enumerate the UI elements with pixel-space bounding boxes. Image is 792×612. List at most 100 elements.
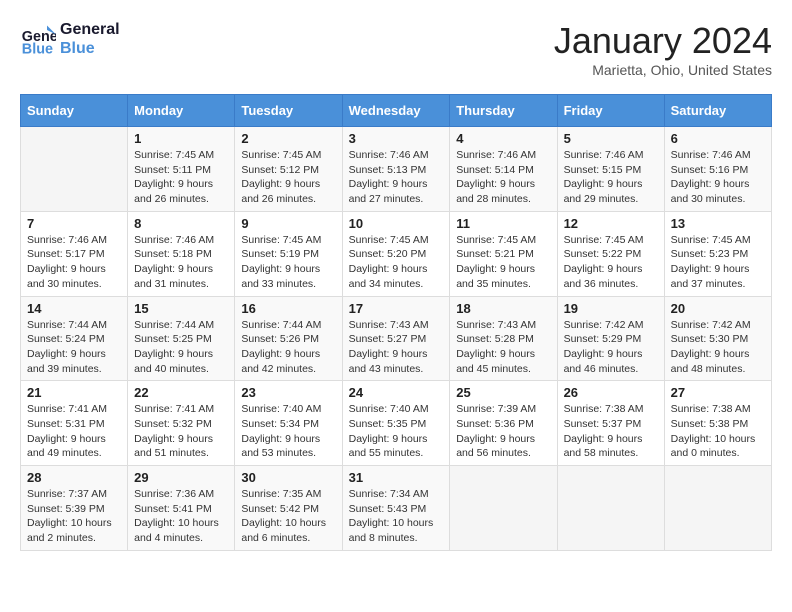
day-cell: 20 Sunrise: 7:42 AMSunset: 5:30 PMDayligh… [664, 296, 771, 381]
day-cell: 26 Sunrise: 7:38 AMSunset: 5:37 PMDayligh… [557, 381, 664, 466]
header-friday: Friday [557, 95, 664, 127]
day-info: Sunrise: 7:44 AMSunset: 5:25 PMDaylight:… [134, 318, 228, 377]
day-info: Sunrise: 7:40 AMSunset: 5:35 PMDaylight:… [349, 402, 444, 461]
day-cell: 16Sunrise: 7:44 AMSunset: 5:26 PMDayligh… [235, 296, 342, 381]
day-number: 2 [241, 131, 335, 146]
day-info: Sunrise: 7:46 AMSunset: 5:18 PMDaylight:… [134, 233, 228, 292]
day-cell: 3Sunrise: 7:46 AMSunset: 5:13 PMDaylight… [342, 127, 450, 212]
day-info: Sunrise: 7:46 AMSunset: 5:13 PMDaylight:… [349, 148, 444, 207]
logo-icon: General Blue [20, 21, 56, 57]
day-info: Sunrise: 7:37 AMSunset: 5:39 PMDaylight:… [27, 487, 121, 546]
day-cell [21, 127, 128, 212]
day-cell: 4 Sunrise: 7:46 AMSunset: 5:14 PMDaylight… [450, 127, 557, 212]
header-monday: Monday [128, 95, 235, 127]
day-info: Sunrise: 7:43 AMSunset: 5:27 PMDaylight:… [349, 318, 444, 377]
day-cell: 5 Sunrise: 7:46 AMSunset: 5:15 PMDaylight… [557, 127, 664, 212]
header-saturday: Saturday [664, 95, 771, 127]
week-row-4: 28 Sunrise: 7:37 AMSunset: 5:39 PMDayligh… [21, 466, 772, 551]
day-number: 27 [671, 385, 765, 400]
day-number: 25 [456, 385, 550, 400]
logo-line2: Blue [60, 39, 120, 58]
day-cell: 22 Sunrise: 7:41 AMSunset: 5:32 PMDayligh… [128, 381, 235, 466]
calendar-header: Sunday Monday Tuesday Wednesday Thursday… [21, 95, 772, 127]
calendar-body: 1Sunrise: 7:45 AMSunset: 5:11 PMDaylight… [21, 127, 772, 551]
day-info: Sunrise: 7:39 AMSunset: 5:36 PMDaylight:… [456, 402, 550, 461]
day-cell: 10Sunrise: 7:45 AMSunset: 5:20 PMDayligh… [342, 211, 450, 296]
day-info: Sunrise: 7:34 AMSunset: 5:43 PMDaylight:… [349, 487, 444, 546]
logo: General Blue General Blue [20, 20, 120, 58]
day-cell: 27Sunrise: 7:38 AMSunset: 5:38 PMDayligh… [664, 381, 771, 466]
day-number: 31 [349, 470, 444, 485]
month-title: January 2024 [554, 20, 772, 62]
day-number: 8 [134, 216, 228, 231]
day-number: 15 [134, 301, 228, 316]
day-info: Sunrise: 7:45 AMSunset: 5:19 PMDaylight:… [241, 233, 335, 292]
day-number: 29 [134, 470, 228, 485]
day-info: Sunrise: 7:45 AMSunset: 5:21 PMDaylight:… [456, 233, 550, 292]
day-info: Sunrise: 7:46 AMSunset: 5:17 PMDaylight:… [27, 233, 121, 292]
calendar-table: Sunday Monday Tuesday Wednesday Thursday… [20, 94, 772, 551]
week-row-3: 21Sunrise: 7:41 AMSunset: 5:31 PMDayligh… [21, 381, 772, 466]
day-info: Sunrise: 7:38 AMSunset: 5:37 PMDaylight:… [564, 402, 658, 461]
header-wednesday: Wednesday [342, 95, 450, 127]
day-cell: 9Sunrise: 7:45 AMSunset: 5:19 PMDaylight… [235, 211, 342, 296]
page-header: General Blue General Blue January 2024 M… [20, 20, 772, 78]
day-number: 22 [134, 385, 228, 400]
day-info: Sunrise: 7:43 AMSunset: 5:28 PMDaylight:… [456, 318, 550, 377]
svg-text:Blue: Blue [22, 42, 53, 58]
day-number: 14 [27, 301, 121, 316]
day-cell: 13 Sunrise: 7:45 AMSunset: 5:23 PMDayligh… [664, 211, 771, 296]
day-number: 28 [27, 470, 121, 485]
day-number: 20 [671, 301, 765, 316]
day-info: Sunrise: 7:42 AMSunset: 5:29 PMDaylight:… [564, 318, 658, 377]
day-number: 18 [456, 301, 550, 316]
day-number: 12 [564, 216, 658, 231]
day-info: Sunrise: 7:45 AMSunset: 5:22 PMDaylight:… [564, 233, 658, 292]
day-cell: 28 Sunrise: 7:37 AMSunset: 5:39 PMDayligh… [21, 466, 128, 551]
day-number: 26 [564, 385, 658, 400]
day-cell: 12 Sunrise: 7:45 AMSunset: 5:22 PMDayligh… [557, 211, 664, 296]
day-cell: 2Sunrise: 7:45 AMSunset: 5:12 PMDaylight… [235, 127, 342, 212]
day-number: 21 [27, 385, 121, 400]
day-info: Sunrise: 7:45 AMSunset: 5:11 PMDaylight:… [134, 148, 228, 207]
day-number: 5 [564, 131, 658, 146]
day-cell [664, 466, 771, 551]
day-cell: 7Sunrise: 7:46 AMSunset: 5:17 PMDaylight… [21, 211, 128, 296]
day-cell: 30 Sunrise: 7:35 AMSunset: 5:42 PMDayligh… [235, 466, 342, 551]
day-number: 4 [456, 131, 550, 146]
day-number: 30 [241, 470, 335, 485]
day-cell [450, 466, 557, 551]
day-cell: 14Sunrise: 7:44 AMSunset: 5:24 PMDayligh… [21, 296, 128, 381]
day-number: 23 [241, 385, 335, 400]
day-cell: 23 Sunrise: 7:40 AMSunset: 5:34 PMDayligh… [235, 381, 342, 466]
day-cell: 24Sunrise: 7:40 AMSunset: 5:35 PMDayligh… [342, 381, 450, 466]
day-cell [557, 466, 664, 551]
day-info: Sunrise: 7:46 AMSunset: 5:14 PMDaylight:… [456, 148, 550, 207]
day-number: 11 [456, 216, 550, 231]
day-cell: 1Sunrise: 7:45 AMSunset: 5:11 PMDaylight… [128, 127, 235, 212]
day-info: Sunrise: 7:36 AMSunset: 5:41 PMDaylight:… [134, 487, 228, 546]
day-info: Sunrise: 7:41 AMSunset: 5:32 PMDaylight:… [134, 402, 228, 461]
day-info: Sunrise: 7:45 AMSunset: 5:23 PMDaylight:… [671, 233, 765, 292]
header-tuesday: Tuesday [235, 95, 342, 127]
day-cell: 19Sunrise: 7:42 AMSunset: 5:29 PMDayligh… [557, 296, 664, 381]
header-thursday: Thursday [450, 95, 557, 127]
day-info: Sunrise: 7:46 AMSunset: 5:15 PMDaylight:… [564, 148, 658, 207]
day-info: Sunrise: 7:46 AMSunset: 5:16 PMDaylight:… [671, 148, 765, 207]
day-cell: 29 Sunrise: 7:36 AMSunset: 5:41 PMDayligh… [128, 466, 235, 551]
day-info: Sunrise: 7:35 AMSunset: 5:42 PMDaylight:… [241, 487, 335, 546]
day-cell: 11 Sunrise: 7:45 AMSunset: 5:21 PMDayligh… [450, 211, 557, 296]
day-info: Sunrise: 7:40 AMSunset: 5:34 PMDaylight:… [241, 402, 335, 461]
day-number: 13 [671, 216, 765, 231]
day-info: Sunrise: 7:42 AMSunset: 5:30 PMDaylight:… [671, 318, 765, 377]
day-number: 6 [671, 131, 765, 146]
week-row-0: 1Sunrise: 7:45 AMSunset: 5:11 PMDaylight… [21, 127, 772, 212]
header-sunday: Sunday [21, 95, 128, 127]
logo-line1: General [60, 20, 120, 39]
header-row: Sunday Monday Tuesday Wednesday Thursday… [21, 95, 772, 127]
day-number: 17 [349, 301, 444, 316]
day-cell: 15 Sunrise: 7:44 AMSunset: 5:25 PMDayligh… [128, 296, 235, 381]
title-block: January 2024 Marietta, Ohio, United Stat… [554, 20, 772, 78]
day-cell: 21Sunrise: 7:41 AMSunset: 5:31 PMDayligh… [21, 381, 128, 466]
day-number: 10 [349, 216, 444, 231]
